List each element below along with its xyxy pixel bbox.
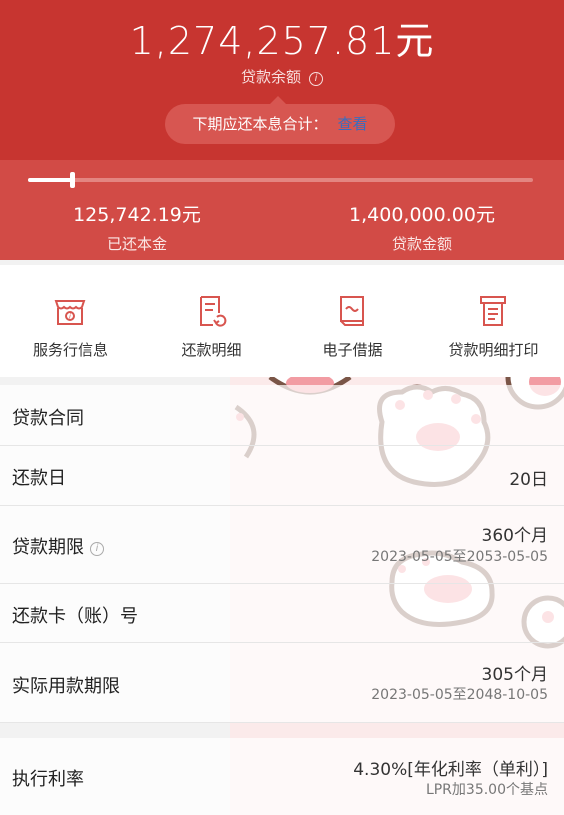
loan-term-label-row: 贷款期限 i <box>12 533 104 559</box>
loan-term-row: 贷款期限 i 360个月 2023-05-05至2053-05-05 <box>0 506 564 584</box>
repaid-principal-stat: 125,742.19元 已还本金 <box>12 200 262 254</box>
menu-item-print-detail[interactable]: 贷款明细打印 <box>423 265 564 377</box>
quick-menu: i 服务行信息 还款明细 电子借据 贷款明细打印 <box>0 265 564 377</box>
loan-contract-label: 贷款合同 <box>12 408 84 429</box>
menu-item-label: 还款明细 <box>181 341 242 359</box>
loan-contract-row[interactable]: 贷款合同 <box>0 385 564 446</box>
menu-item-label: 服务行信息 <box>32 341 108 359</box>
info-icon[interactable]: i <box>309 72 323 86</box>
menu-item-repayment-detail[interactable]: 还款明细 <box>141 265 282 377</box>
progress-knob <box>70 172 75 188</box>
menu-item-label: 贷款明细打印 <box>448 341 539 359</box>
interest-rate-label: 执行利率 <box>12 769 84 790</box>
repay-day-label: 还款日 <box>12 468 66 489</box>
repayment-progress: 125,742.19元 已还本金 1,400,000.00元 贷款金额 <box>0 160 564 260</box>
repay-day-value: 20日 <box>509 470 548 490</box>
repayment-detail-icon <box>200 296 227 327</box>
repaid-principal-value: 125,742.19元 <box>73 204 201 226</box>
loan-term-range: 2023-05-05至2053-05-05 <box>371 549 548 565</box>
actual-term-value: 305个月 <box>481 665 548 685</box>
menu-item-e-receipt[interactable]: 电子借据 <box>282 265 423 377</box>
interest-rate-value: 4.30%[年化利率（单利）] <box>353 760 548 780</box>
view-next-due-link[interactable]: 查看 <box>338 115 368 133</box>
repay-card-label: 还款卡（账）号 <box>12 606 138 627</box>
menu-item-branch-info[interactable]: i 服务行信息 <box>0 265 141 377</box>
loan-term-value: 360个月 <box>481 526 548 546</box>
repay-day-row: 还款日 20日 <box>0 446 564 506</box>
print-icon <box>480 296 506 326</box>
loan-amount-label: 贷款金额 <box>391 235 452 253</box>
progress-track <box>28 172 533 188</box>
remaining-label-row: 贷款余额 i <box>0 66 564 87</box>
loan-amount-value: 1,400,000.00元 <box>349 204 495 226</box>
e-receipt-icon <box>340 296 364 326</box>
info-icon[interactable]: i <box>90 542 104 556</box>
loan-summary-header: 1,274,257.81元 贷款余额 i 下期应还本息合计： 查看 <box>0 0 564 160</box>
repay-card-row[interactable]: 还款卡（账）号 <box>0 584 564 643</box>
loan-amount-stat: 1,400,000.00元 贷款金额 <box>297 200 547 254</box>
next-due-label: 下期应还本息合计： <box>192 115 328 133</box>
interest-rate-row: 执行利率 4.30%[年化利率（单利）] LPR加35.00个基点 <box>0 738 564 815</box>
bank-branch-icon: i <box>54 300 86 325</box>
menu-item-label: 电子借据 <box>322 341 383 359</box>
next-due-pill: 下期应还本息合计： 查看 <box>165 96 395 144</box>
svg-text:i: i <box>69 313 71 321</box>
progress-fill <box>28 178 73 182</box>
actual-term-label: 实际用款期限 <box>12 676 120 697</box>
repaid-principal-label: 已还本金 <box>106 235 167 253</box>
actual-term-row: 实际用款期限 305个月 2023-05-05至2048-10-05 <box>0 643 564 723</box>
actual-term-range: 2023-05-05至2048-10-05 <box>371 687 548 703</box>
remaining-label: 贷款余额 <box>240 68 301 86</box>
interest-rate-sub: LPR加35.00个基点 <box>425 782 548 798</box>
loan-term-label: 贷款期限 <box>12 537 84 558</box>
remaining-amount: 1,274,257.81元 <box>129 19 435 63</box>
